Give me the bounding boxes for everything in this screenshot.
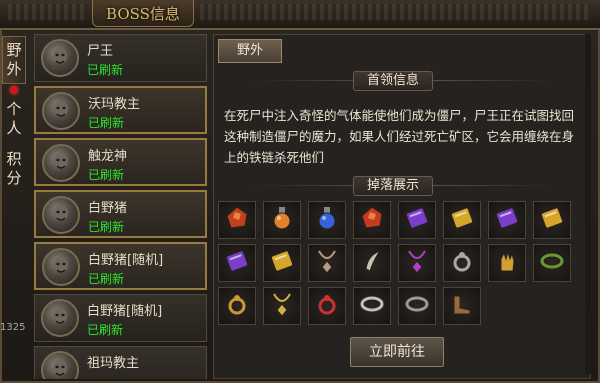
- go-now-button[interactable]: 立即前往: [350, 337, 444, 367]
- boss-name: 白野猪: [88, 201, 128, 216]
- silver-chain-icon: [358, 290, 386, 322]
- boss-portrait-icon: [54, 153, 68, 169]
- boss-status: 已刷新: [88, 272, 125, 286]
- drop-slot[interactable]: [218, 201, 256, 239]
- gold-gauntlet-icon: [493, 247, 521, 279]
- title-ornament-left: [8, 4, 88, 20]
- green-bracelet-icon: [538, 247, 566, 279]
- boss-row[interactable]: 触龙神 已刷新: [34, 138, 207, 186]
- tab-personal[interactable]: 个人: [2, 94, 26, 144]
- boss-description: 在死尸中注入奇怪的气体能使他们成为僵尸，尸王正在试图找回这种制造僵尸的魔力，如果…: [224, 108, 575, 165]
- drop-slot[interactable]: [218, 244, 256, 282]
- drop-slot[interactable]: [218, 287, 256, 325]
- title-ornament-right: [200, 4, 590, 20]
- alert-dot-icon: [10, 86, 18, 94]
- gold-ring-icon: [223, 290, 251, 322]
- tab-points[interactable]: 积分: [2, 144, 26, 194]
- boss-portrait-icon: [54, 101, 68, 117]
- boss-row[interactable]: 白野猪[随机] 已刷新: [34, 294, 207, 342]
- orange-potion-icon: [268, 204, 296, 236]
- boss-status: 已刷新: [88, 168, 125, 182]
- boss-row[interactable]: 沃玛教主 已刷新: [34, 86, 207, 134]
- boss-name: 祖玛教主: [87, 356, 140, 371]
- boss-status: 已刷新: [87, 323, 124, 337]
- boss-name: 尸王: [87, 44, 114, 59]
- boss-portrait-icon: [53, 360, 67, 376]
- boss-avatar: [42, 196, 80, 234]
- boss-avatar: [41, 39, 79, 77]
- drop-slot[interactable]: [353, 244, 391, 282]
- boss-row[interactable]: 尸王 已刷新: [34, 34, 207, 82]
- red-ore-icon: [223, 204, 251, 236]
- title-bar: BOSS信息: [0, 0, 600, 30]
- boss-name: 沃玛教主: [88, 97, 141, 112]
- boss-row[interactable]: 白野猪[随机] 已刷新: [34, 242, 207, 290]
- drop-slot[interactable]: [488, 201, 526, 239]
- silver-ring-icon: [448, 247, 476, 279]
- drop-slot[interactable]: [443, 201, 481, 239]
- boss-name: 白野猪[随机]: [87, 304, 163, 319]
- boss-status: 已刷新: [88, 220, 125, 234]
- stone-bracelet-icon: [403, 290, 431, 322]
- drop-slot[interactable]: [533, 201, 571, 239]
- red-crystal-icon: [358, 204, 386, 236]
- window-title: BOSS信息: [92, 0, 194, 27]
- drop-slot[interactable]: [263, 287, 301, 325]
- ruby-ring-icon: [313, 290, 341, 322]
- boss-name: 白野猪[随机]: [88, 253, 164, 268]
- leather-boots-icon: [448, 290, 476, 322]
- drop-slot[interactable]: [533, 244, 571, 282]
- side-tabs: 野外 个人 积分: [2, 36, 26, 194]
- drop-slot[interactable]: [443, 244, 481, 282]
- boss-portrait-icon: [53, 48, 67, 64]
- drop-slot[interactable]: [398, 244, 436, 282]
- boss-status: 已刷新: [87, 63, 124, 77]
- boss-detail-panel: 野外 首领信息 在死尸中注入奇怪的气体能使他们成为僵尸，尸王正在试图找回这种制造…: [213, 34, 591, 379]
- drop-slot[interactable]: [488, 244, 526, 282]
- blue-potion-icon: [313, 204, 341, 236]
- gold-necklace-icon: [268, 290, 296, 322]
- drop-slot[interactable]: [263, 244, 301, 282]
- drop-slot[interactable]: [443, 287, 481, 325]
- spiked-amulet-icon: [313, 247, 341, 279]
- scrollbar[interactable]: [585, 34, 591, 374]
- boss-portrait-icon: [54, 205, 68, 221]
- boss-row[interactable]: 祖玛教主: [34, 346, 207, 379]
- drop-slot[interactable]: [398, 287, 436, 325]
- boss-avatar: [41, 299, 79, 337]
- purple-book-icon: [493, 204, 521, 236]
- drop-slot[interactable]: [308, 244, 346, 282]
- horn-dagger-icon: [358, 247, 386, 279]
- drop-slot[interactable]: [308, 287, 346, 325]
- purple-book-icon: [403, 204, 431, 236]
- boss-name: 触龙神: [88, 149, 128, 164]
- tab-wild[interactable]: 野外: [2, 36, 26, 84]
- drop-slot[interactable]: [398, 201, 436, 239]
- gold-book-icon: [448, 204, 476, 236]
- boss-avatar: [41, 351, 79, 379]
- boss-list[interactable]: 尸王 已刷新 沃玛教主 已刷新 触龙神 已刷新 白野猪 已刷新 白野猪[随机] 已刷新 白野猪[随机…: [34, 34, 209, 379]
- partial-number: 1325: [0, 322, 26, 333]
- gem-necklace-icon: [403, 247, 431, 279]
- gold-book-icon: [268, 247, 296, 279]
- boss-row[interactable]: 白野猪 已刷新: [34, 190, 207, 238]
- gold-book-icon: [538, 204, 566, 236]
- boss-portrait-icon: [54, 257, 68, 273]
- drop-slot[interactable]: [353, 287, 391, 325]
- panel-tab-wild[interactable]: 野外: [218, 39, 282, 63]
- info-header: 首领信息: [353, 71, 433, 91]
- drop-slot[interactable]: [353, 201, 391, 239]
- purple-book-icon: [223, 247, 251, 279]
- drops-header: 掉落展示: [353, 176, 433, 196]
- boss-avatar: [42, 92, 80, 130]
- boss-avatar: [42, 248, 80, 286]
- boss-status: 已刷新: [88, 116, 125, 130]
- drop-slot[interactable]: [308, 201, 346, 239]
- drop-slot[interactable]: [263, 201, 301, 239]
- boss-avatar: [42, 144, 80, 182]
- boss-portrait-icon: [53, 308, 67, 324]
